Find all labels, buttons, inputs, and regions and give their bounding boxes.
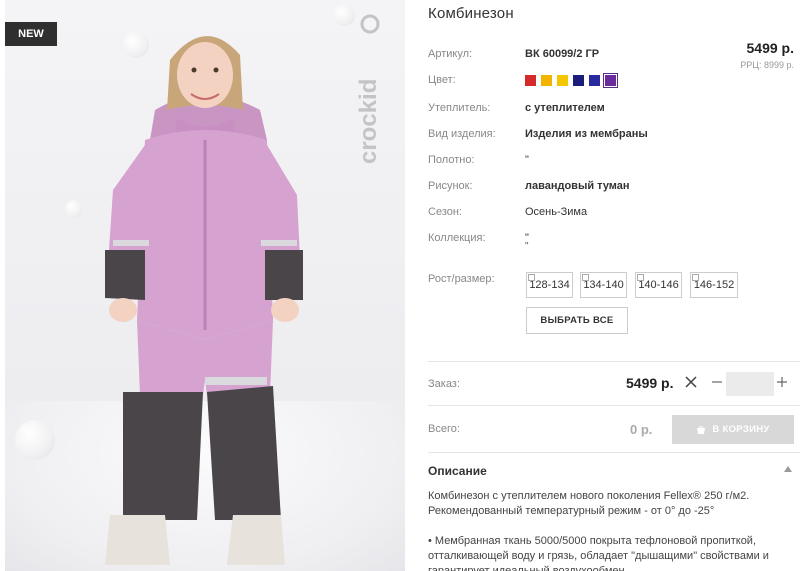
increase-quantity-icon[interactable] <box>776 376 788 388</box>
attr-value: Осень-Зима <box>525 206 588 218</box>
attr-collection-value-2: " <box>525 241 529 252</box>
add-to-cart-label: В КОРЗИНУ <box>712 424 770 435</box>
color-swatch[interactable] <box>557 75 568 86</box>
attr-value: Изделия из мембраны <box>525 128 648 140</box>
add-to-cart-button[interactable]: В КОРЗИНУ <box>672 415 794 444</box>
select-all-sizes-button[interactable]: ВЫБРАТЬ ВСЕ <box>526 307 628 334</box>
size-checkbox[interactable] <box>692 274 699 281</box>
attr-label: Цвет: <box>428 74 456 86</box>
collapse-caret-icon[interactable] <box>784 466 792 472</box>
size-label: 140-146 <box>638 279 679 291</box>
divider <box>428 452 800 453</box>
total-label: Всего: <box>428 423 460 435</box>
attr-value: лавандовый туман <box>525 180 630 192</box>
attr-value: " <box>525 154 529 166</box>
price-box: 5499 р. РРЦ: 8999 р. <box>740 40 794 70</box>
order-label: Заказ: <box>428 378 460 390</box>
quantity-input[interactable] <box>726 372 774 396</box>
size-option[interactable]: 146-152 <box>690 272 738 298</box>
description-title[interactable]: Описание <box>428 464 487 478</box>
product-photo[interactable]: NEW crockid <box>5 0 405 571</box>
color-swatches <box>525 73 618 88</box>
size-checkbox[interactable] <box>582 274 589 281</box>
child-in-jumpsuit-image <box>105 36 303 565</box>
size-checkbox[interactable] <box>528 274 535 281</box>
crockid-logo: crockid <box>357 14 382 164</box>
size-option[interactable]: 140-146 <box>635 272 682 298</box>
size-label: 128-134 <box>529 279 570 291</box>
attr-label: Артикул: <box>428 48 473 60</box>
cart-icon <box>697 425 706 434</box>
size-checkbox[interactable] <box>637 274 644 281</box>
attr-label: Коллекция: <box>428 232 486 244</box>
total-price: 0 р. <box>630 422 653 437</box>
new-badge: NEW <box>5 22 57 46</box>
color-swatch[interactable] <box>603 73 618 88</box>
attr-label: Вид изделия: <box>428 128 496 140</box>
size-option[interactable]: 134-140 <box>580 272 627 298</box>
attr-label: Сезон: <box>428 206 462 218</box>
color-swatch[interactable] <box>573 75 584 86</box>
description-paragraph: Комбинезон с утеплителем нового поколени… <box>428 490 750 517</box>
order-price: 5499 р. <box>626 375 674 391</box>
color-swatch[interactable] <box>541 75 552 86</box>
color-swatch[interactable] <box>589 75 600 86</box>
clear-order-icon[interactable] <box>684 375 698 389</box>
divider <box>428 361 800 362</box>
size-option[interactable]: 128-134 <box>526 272 573 298</box>
attr-label: Полотно: <box>428 154 475 166</box>
product-price: 5499 р. <box>746 40 794 56</box>
description-text: Комбинезон с утеплителем нового поколени… <box>428 489 788 571</box>
decrease-quantity-icon[interactable] <box>711 376 723 388</box>
attr-label: Рисунок: <box>428 180 473 192</box>
attr-value: ВК 60099/2 ГР <box>525 48 600 60</box>
color-swatch[interactable] <box>525 75 536 86</box>
recommended-retail-price: РРЦ: 8999 р. <box>740 60 794 70</box>
description-paragraph: • Мембранная ткань 5000/5000 покрыта теф… <box>428 535 769 571</box>
product-title: Комбинезон <box>428 5 514 22</box>
size-label: 146-152 <box>693 279 735 291</box>
product-info-panel: Комбинезон 5499 р. РРЦ: 8999 р. Артикул:… <box>428 0 800 571</box>
size-label: 134-140 <box>583 279 624 291</box>
attr-value: с утеплителем <box>525 102 605 114</box>
divider <box>428 405 800 406</box>
svg-text:crockid: crockid <box>357 79 382 164</box>
attr-label: Рост/размер: <box>428 273 495 285</box>
attr-label: Утеплитель: <box>428 102 491 114</box>
